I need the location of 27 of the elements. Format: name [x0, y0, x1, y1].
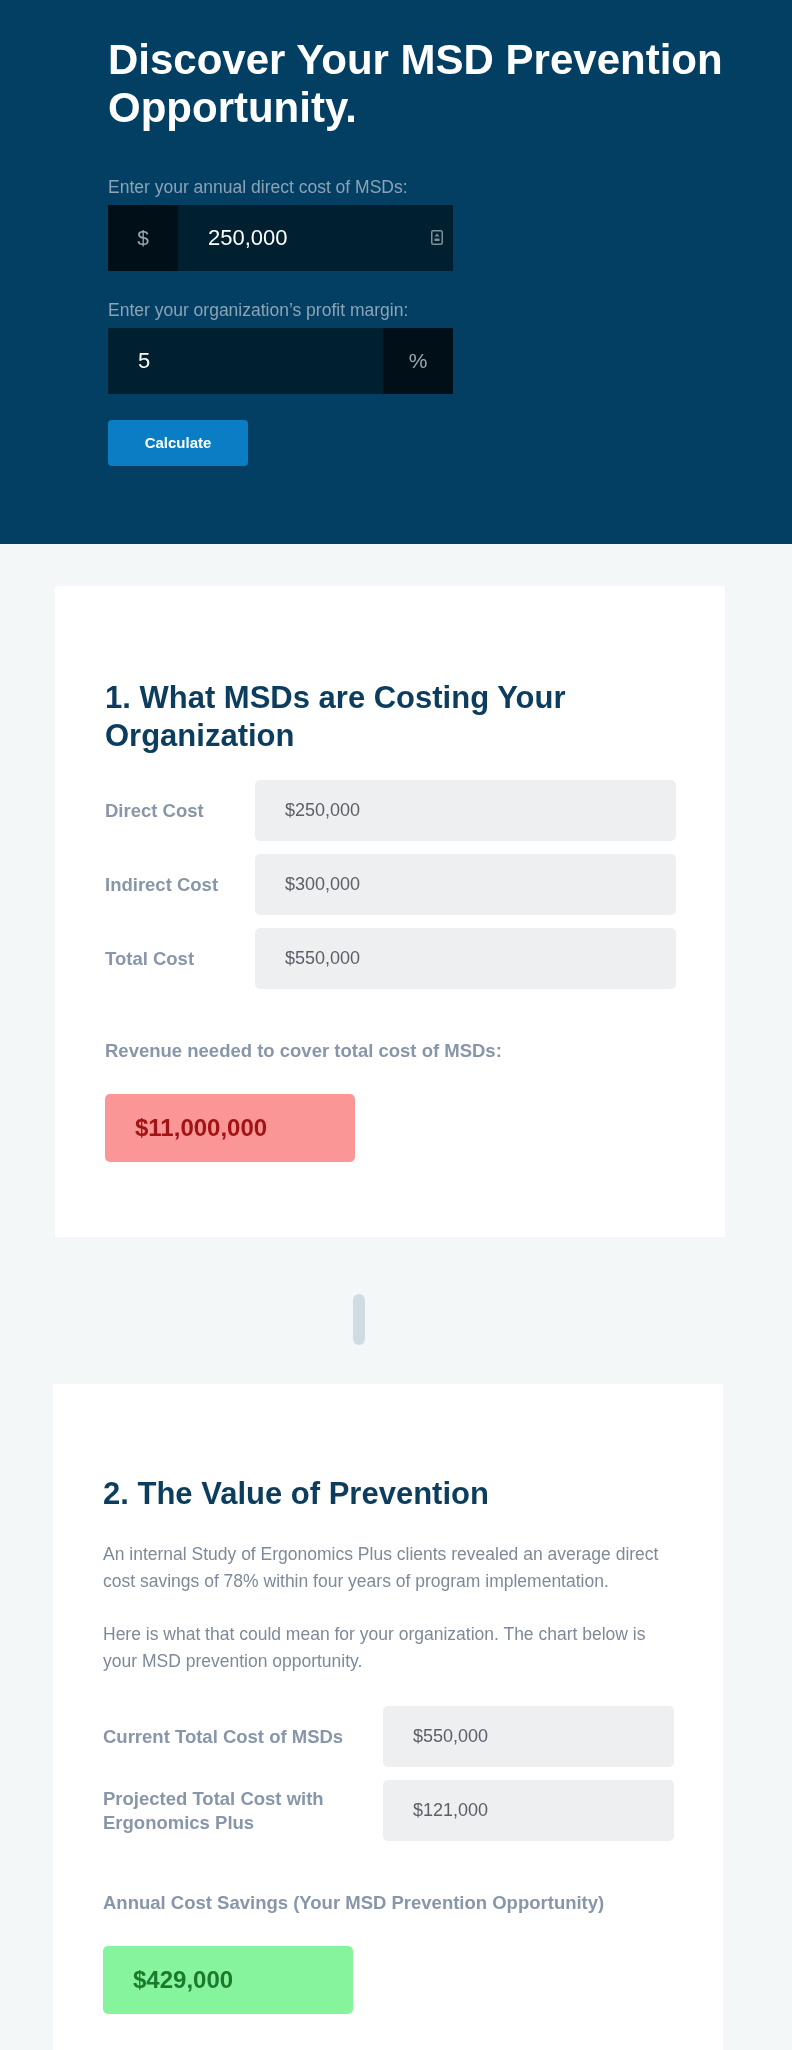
row-label: Direct Cost [105, 798, 205, 823]
result-label: Annual Cost Savings (Your MSD Prevention Opportunity) [103, 1891, 606, 1915]
readonly-field: $300,000 [255, 854, 676, 915]
percent-input[interactable]: 5 [108, 328, 383, 394]
result-label: Revenue needed to cover total cost of MSDs: [105, 1039, 503, 1063]
row-label: Current Total Cost of MSDs [103, 1724, 345, 1749]
result-amount: $11,000,000 [105, 1094, 355, 1162]
row-label: Projected Total Cost with Ergonomics Plus [103, 1786, 325, 1835]
page-title: Discover Your MSD Prevention Opportunity. [108, 36, 724, 132]
stepper-icon[interactable] [431, 230, 443, 245]
body-paragraph: Here is what that could mean for your organization. The chart below is your MSD prevention opportunity. [103, 1623, 647, 1673]
percent-suffix: % [383, 328, 453, 394]
readonly-field: $250,000 [255, 780, 676, 841]
readonly-field: $121,000 [383, 1780, 674, 1841]
body-paragraph: An internal Study of Ergonomics Plus clients revealed an average direct cost savings of 78% within four years of program implementation. [103, 1543, 660, 1593]
section-heading: 2. The Value of Prevention [103, 1475, 490, 1513]
field-label: Enter your organization’s profit margin: [108, 299, 410, 321]
field-label: Enter your annual direct cost of MSDs: [108, 176, 409, 198]
section-heading: 1. What MSDs are Costing Your Organization [105, 679, 567, 755]
readonly-field: $550,000 [383, 1706, 674, 1767]
row-label: Total Cost [105, 946, 196, 971]
currency-prefix: $ [108, 205, 178, 271]
calculate-button[interactable]: Calculate [108, 420, 248, 466]
readonly-field: $550,000 [255, 928, 676, 989]
result-amount: $429,000 [103, 1946, 353, 2014]
row-label: Indirect Cost [105, 872, 220, 897]
amount-input[interactable]: 250,000 [178, 205, 453, 271]
